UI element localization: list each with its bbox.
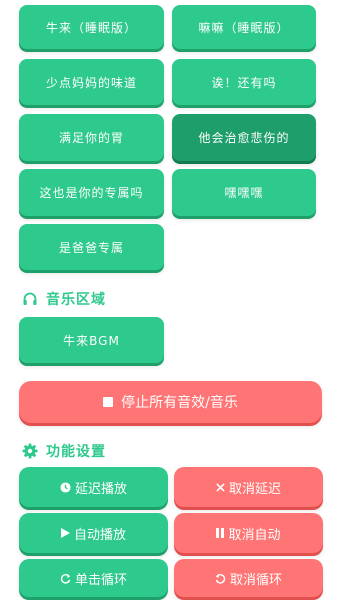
delay-play-label: 延迟播放 (74, 481, 127, 497)
auto-play-button[interactable]: 自动播放 (19, 513, 168, 553)
cancel-auto-button[interactable]: 取消自动 (174, 513, 323, 553)
cancel-loop-button[interactable]: 取消循环 (174, 559, 323, 597)
clock-icon (60, 481, 71, 493)
sound-button[interactable]: 满足你的胃 (19, 114, 164, 161)
cancel-delay-button[interactable]: 取消延迟 (174, 467, 323, 507)
sound-button[interactable]: 诶！还有吗 (172, 59, 316, 105)
cancel-auto-label: 取消自动 (228, 527, 281, 543)
music-section-title: 音乐区域 (46, 292, 106, 308)
sound-button[interactable]: 这也是你的专属吗 (19, 169, 164, 216)
music-button[interactable]: 牛来BGM (19, 317, 164, 363)
headphones-icon (23, 292, 37, 305)
single-loop-label: 单击循环 (74, 572, 127, 588)
close-icon (216, 482, 225, 492)
cancel-loop-label: 取消循环 (229, 572, 282, 588)
sound-button[interactable]: 嘛嘛（睡眠版） (172, 5, 316, 49)
undo-icon (215, 573, 226, 584)
sound-button[interactable]: 是爸爸专属 (19, 224, 164, 270)
pause-icon (216, 528, 225, 538)
gear-icon (22, 443, 38, 459)
sound-button[interactable]: 他会治愈悲伤的 (172, 114, 316, 161)
stop-square-icon (103, 397, 114, 407)
cancel-delay-label: 取消延迟 (228, 481, 281, 497)
sound-button[interactable]: 少点妈妈的味道 (19, 59, 164, 105)
single-loop-button[interactable]: 单击循环 (19, 559, 168, 597)
sound-button[interactable]: 牛来（睡眠版） (19, 5, 164, 49)
music-section-header: 音乐区域 (22, 289, 106, 309)
sound-button[interactable]: 嘿嘿嘿 (172, 169, 316, 216)
settings-section-header: 功能设置 (22, 441, 106, 461)
stop-all-button[interactable]: 停止所有音效/音乐 (19, 381, 322, 423)
auto-play-label: 自动播放 (73, 527, 126, 543)
play-icon (60, 528, 70, 538)
delay-play-button[interactable]: 延迟播放 (19, 467, 168, 507)
settings-section-title: 功能设置 (46, 444, 106, 460)
stop-all-label: 停止所有音效/音乐 (121, 395, 238, 411)
loop-icon (60, 573, 71, 584)
